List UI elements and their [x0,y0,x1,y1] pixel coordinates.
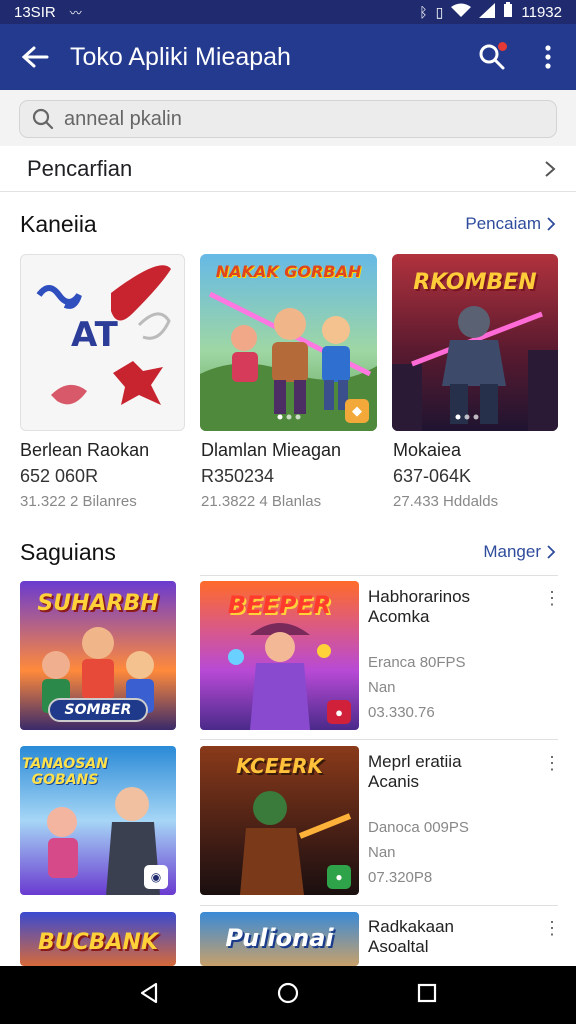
see-more-link[interactable]: Manger [483,542,556,562]
app-meta: Eranca 80FPS [368,654,466,671]
app-card-info[interactable]: Mokaiea 637-064K 27.433 Hddalds [393,440,563,510]
item-menu-button[interactable]: ⋮ [543,588,561,609]
app-thumbnail[interactable]: BUCBANK [20,912,176,966]
app-count: 03.330.76 [368,704,435,721]
app-meta: Danoca 009PS [368,819,469,836]
app-card-info[interactable]: Berlean Raokan 652 060R 31.322 2 Bilanre… [20,440,190,510]
app-count: 07.320P8 [368,869,433,886]
app-downloads: 21.3822 4 Blanlas [201,493,322,510]
circle-home-icon [277,982,299,1003]
app-developer: Acanis [368,772,420,791]
chevron-right-icon [547,545,556,559]
search-history-row[interactable]: Pencarfian [0,146,576,192]
app-logo-text: BUCBANK [37,930,159,955]
app-card-image[interactable]: NAKAK GORBAH ◆ [200,254,377,431]
back-button[interactable] [0,24,70,90]
item-menu-button[interactable]: ⋮ [543,918,561,939]
app-thumbnail[interactable]: KCEERK ● [200,746,359,895]
app-logo-text: SUHARBH [37,591,159,616]
vibrate-icon: ▯ [435,3,444,20]
game-badge-icon: ◉ [144,865,168,889]
app-name: Habhorarinos [368,587,471,606]
app-price: R350234 [201,466,275,486]
section-title: Saguians [20,538,116,565]
game-badge-icon: ◆ [345,399,369,423]
app-developer: Acomka [368,607,430,626]
magnifier-icon [32,108,54,130]
nav-recents-button[interactable] [417,983,437,1008]
app-logo-text: RKOMBEN [413,270,537,295]
search-button[interactable] [464,24,520,90]
divider [200,905,558,906]
app-size: Nan [368,844,396,861]
app-name: Dlamlan Mieagan [201,440,342,460]
app-list-info[interactable]: Habhorarinos Acomka Eranca 80FPS Nan 03.… [368,587,538,723]
app-price: 637-064K [393,466,472,486]
app-logo-text: BEEPER [227,591,332,619]
app-thumbnail[interactable]: Pulionai [200,912,359,966]
search-bar-container [0,90,576,146]
divider [200,575,558,576]
app-root: 13SIR 〰 ᛒ ▯ 11932 Toko Apliki Mieapah an… [0,0,576,1024]
signal-icon [479,2,496,22]
app-card-image[interactable]: RKOMBEN [392,254,558,431]
game-badge-icon: ● [327,865,351,889]
app-logo-text: KCEERK [235,754,324,778]
page-title: Toko Apliki Mieapah [70,42,291,71]
search-history-label: Pencarfian [27,155,133,181]
bluetooth-icon: ᛒ [419,4,428,20]
search-input[interactable] [64,107,504,131]
app-banner-text: SOMBER [48,698,148,722]
wifi-icon [451,3,472,22]
section-header-featured: Kaneiia Pencaiam [0,206,576,242]
app-card-info[interactable]: Dlamlan Mieagan R350234 21.3822 4 Blanla… [201,440,371,510]
system-nav-bar [0,966,576,1024]
battery-icon [503,2,513,22]
app-thumbnail[interactable]: BEEPER ● [200,581,359,730]
notification-dot [498,42,507,51]
app-logo-text: TANAOSAN GOBANS [22,756,108,788]
see-more-label: Pencaiam [465,214,541,233]
chevron-right-icon [545,160,556,177]
app-list-info[interactable]: Radkakaan Asoaltal [368,917,538,957]
search-box[interactable] [19,100,557,138]
overflow-menu-button[interactable] [520,24,576,90]
app-downloads: 27.433 Hddalds [393,493,499,510]
status-time: 13SIR [14,3,56,21]
app-name: Mokaiea [393,440,462,460]
app-thumbnail[interactable]: SUHARBH SOMBER [20,581,176,730]
arrow-left-icon [21,46,49,68]
app-bar: Toko Apliki Mieapah [0,24,576,90]
app-price: 652 060R [20,466,99,486]
chevron-right-icon [547,217,556,231]
nav-back-button[interactable] [139,982,159,1009]
nav-home-button[interactable] [277,982,299,1009]
triangle-back-icon [140,982,158,1003]
more-vert-icon [545,45,551,69]
divider [200,739,558,740]
status-bar: 13SIR 〰 ᛒ ▯ 11932 [0,0,576,24]
app-card-image[interactable]: AT [20,254,185,431]
app-developer: Asoaltal [368,937,429,956]
app-logo-text: NAKAK GORBAH [215,262,362,281]
square-recents-icon [417,983,437,1002]
app-list-info[interactable]: Meprl eratiia Acanis Danoca 009PS Nan 07… [368,752,538,888]
see-more-link[interactable]: Pencaiam [465,214,556,234]
see-more-label: Manger [483,542,541,561]
item-menu-button[interactable]: ⋮ [543,753,561,774]
section-header-suggestions: Saguians Manger [0,534,576,570]
status-clock: 11932 [521,3,562,21]
app-name: Radkakaan [368,917,455,936]
app-name: Meprl eratiia [368,752,462,771]
network-icon: 〰 [69,5,82,20]
section-title: Kaneiia [20,210,97,237]
game-badge-icon: ● [327,700,351,724]
app-thumbnail[interactable]: TANAOSAN GOBANS ◉ [20,746,176,895]
app-size: Nan [368,679,396,696]
app-logo-text: AT [71,315,118,355]
app-name: Berlean Raokan [20,440,150,460]
app-logo-text: Pulionai [225,924,334,952]
app-downloads: 31.322 2 Bilanres [20,493,137,510]
